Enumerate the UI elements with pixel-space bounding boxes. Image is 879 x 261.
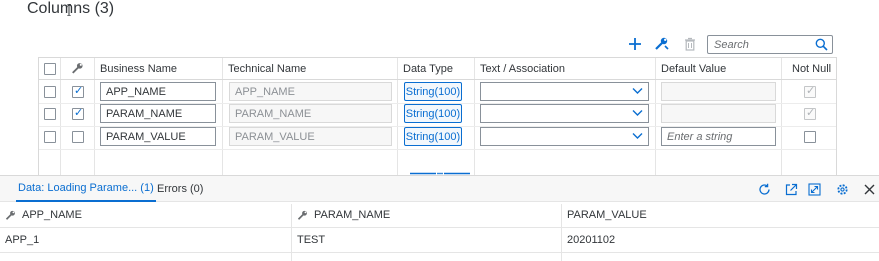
preview-cell[interactable]: APP_1 bbox=[5, 229, 39, 251]
row-select-checkbox[interactable] bbox=[44, 108, 56, 120]
chevron-down-icon bbox=[632, 88, 643, 94]
default-value-input[interactable] bbox=[661, 104, 776, 123]
not-null-checkbox[interactable]: ✓ bbox=[804, 107, 816, 120]
business-name-input[interactable]: APP_NAME bbox=[100, 82, 216, 101]
chevron-down-icon bbox=[632, 133, 643, 139]
technical-name-input[interactable]: APP_NAME bbox=[229, 82, 392, 101]
settings-icon bbox=[836, 183, 848, 195]
data-type-button[interactable]: String(100) bbox=[404, 82, 462, 101]
tab-errors[interactable]: Errors (0) bbox=[157, 176, 203, 202]
close-icon bbox=[864, 184, 874, 194]
fullscreen-icon bbox=[807, 182, 821, 196]
association-select[interactable] bbox=[480, 82, 649, 101]
refresh-icon bbox=[758, 183, 770, 195]
search-icon[interactable] bbox=[815, 38, 828, 51]
search-input[interactable] bbox=[708, 36, 812, 53]
delete-column-button[interactable] bbox=[680, 34, 700, 54]
not-null-checkbox[interactable] bbox=[804, 131, 816, 143]
data-type-button[interactable]: String(100) bbox=[404, 104, 462, 123]
trash-icon bbox=[685, 37, 695, 51]
data-preview-panel: Data: Loading Parame... (1) Errors (0) A… bbox=[0, 175, 879, 261]
default-value-input[interactable]: Enter a string bbox=[661, 127, 776, 146]
settings-button[interactable] bbox=[833, 180, 851, 198]
preview-cell[interactable]: TEST bbox=[297, 229, 325, 251]
export-icon bbox=[785, 183, 797, 195]
fullscreen-button[interactable] bbox=[805, 180, 823, 198]
wrench-icon bbox=[72, 63, 83, 74]
key-checkbox[interactable]: ✓ bbox=[72, 85, 84, 98]
header-not-null[interactable]: Not Null bbox=[787, 58, 831, 79]
plus-icon bbox=[629, 38, 641, 50]
select-all-checkbox[interactable] bbox=[44, 63, 56, 75]
close-panel-button[interactable] bbox=[860, 180, 878, 198]
edit-keys-button[interactable] bbox=[652, 34, 672, 54]
preview-header-param-name[interactable]: PARAM_NAME bbox=[297, 204, 390, 226]
preview-header-label: APP_NAME bbox=[22, 209, 82, 221]
key-icon bbox=[297, 210, 307, 220]
association-select[interactable] bbox=[480, 104, 649, 123]
preview-header-label: PARAM_NAME bbox=[314, 209, 391, 221]
header-business-name[interactable]: Business Name bbox=[95, 58, 177, 79]
preview-header-app-name[interactable]: APP_NAME bbox=[5, 204, 82, 226]
row-select-checkbox[interactable] bbox=[44, 131, 56, 143]
chevron-down-icon bbox=[632, 110, 643, 116]
text-cursor-icon bbox=[67, 4, 71, 16]
panel-tab-bar: Data: Loading Parame... (1) Errors (0) bbox=[0, 176, 879, 202]
row-select-checkbox[interactable] bbox=[44, 86, 56, 98]
preview-header-param-value[interactable]: PARAM_VALUE bbox=[567, 204, 647, 226]
technical-name-input[interactable]: PARAM_VALUE bbox=[229, 127, 392, 146]
refresh-button[interactable] bbox=[755, 180, 773, 198]
header-default-value[interactable]: Default Value bbox=[656, 58, 726, 79]
default-value-input[interactable] bbox=[661, 82, 776, 101]
key-checkbox[interactable]: ✓ bbox=[72, 107, 84, 120]
tab-data-preview[interactable]: Data: Loading Parame... (1) bbox=[16, 176, 156, 202]
header-technical-name[interactable]: Technical Name bbox=[223, 58, 306, 79]
key-icon bbox=[5, 210, 15, 220]
not-null-checkbox[interactable]: ✓ bbox=[804, 85, 816, 98]
columns-editor: Columns (3) Search Business Name Technic… bbox=[0, 0, 879, 261]
association-select[interactable] bbox=[480, 127, 649, 146]
technical-name-input[interactable]: PARAM_NAME bbox=[229, 104, 392, 123]
key-checkbox[interactable] bbox=[72, 131, 84, 143]
key-column-header bbox=[71, 62, 85, 78]
columns-table: Business Name Technical Name Data Type T… bbox=[38, 57, 837, 175]
header-text-association[interactable]: Text / Association bbox=[475, 58, 565, 79]
business-name-input[interactable]: PARAM_NAME bbox=[100, 104, 216, 123]
export-button[interactable] bbox=[782, 180, 800, 198]
preview-table: APP_NAME PARAM_NAME PARAM_VALUE APP_1 TE… bbox=[0, 204, 879, 261]
business-name-input[interactable]: PARAM_VALUE bbox=[100, 127, 216, 146]
search-field[interactable] bbox=[707, 35, 833, 54]
data-type-button[interactable]: String(100) bbox=[404, 127, 462, 146]
add-column-button[interactable] bbox=[625, 34, 645, 54]
wrench-icon bbox=[655, 37, 669, 50]
preview-cell[interactable]: 20201102 bbox=[567, 229, 615, 251]
header-data-type[interactable]: Data Type bbox=[398, 58, 453, 79]
